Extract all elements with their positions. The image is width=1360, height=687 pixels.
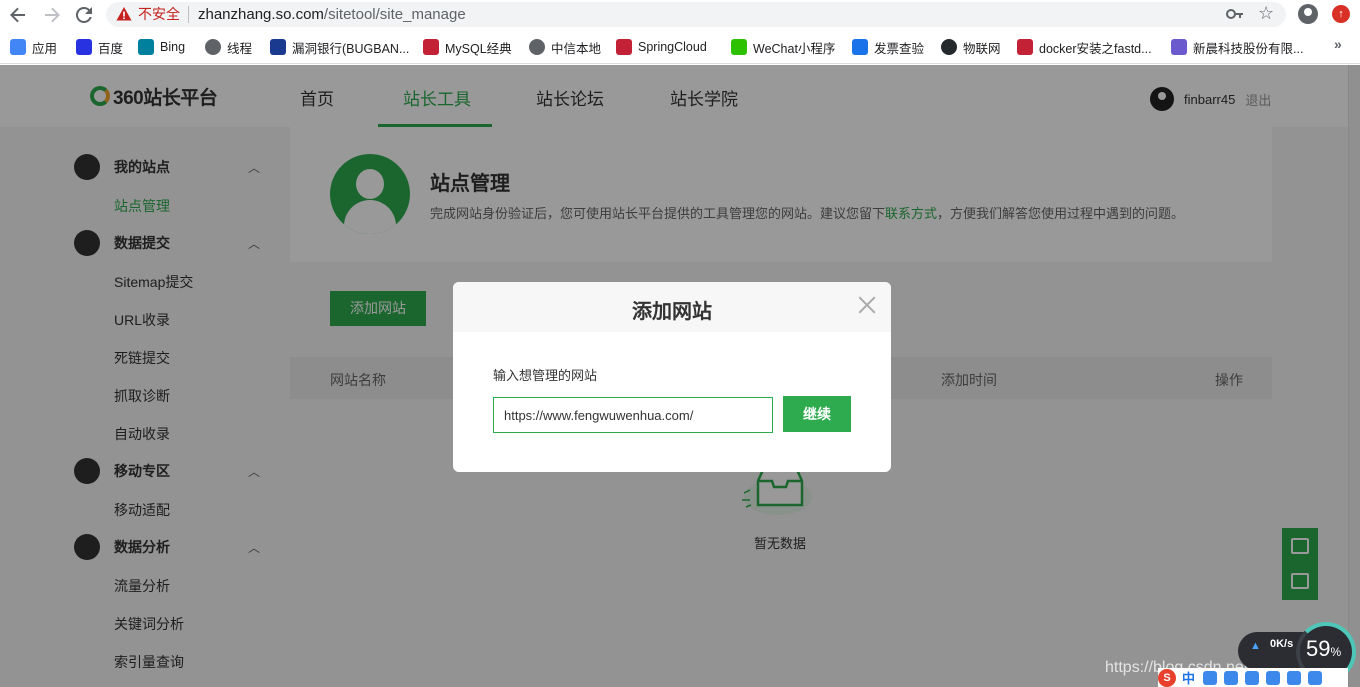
update-icon[interactable]: ↑ (1332, 5, 1350, 23)
gauge-value: 59% (1306, 636, 1341, 662)
continue-button[interactable]: 继续 (783, 396, 851, 432)
bookmark-item[interactable]: SpringCloud (616, 38, 707, 56)
sogou-ime-icon[interactable]: S (1158, 668, 1176, 687)
bookmark-item[interactable]: Bing (138, 38, 185, 56)
bookmark-label: 中信本地 (551, 41, 602, 56)
bookmark-star-icon[interactable]: ☆ (1258, 3, 1274, 24)
browser-toolbar: 不安全 zhanzhang.so.com/sitetool/site_manag… (0, 0, 1360, 30)
site-url-input[interactable] (493, 397, 773, 433)
wechat-icon (731, 39, 747, 55)
url-path: /sitetool/site_manage (323, 6, 466, 23)
page: 360站长平台 首页 站长工具 站长论坛 站长学院 finbarr45 退出 我… (0, 65, 1360, 687)
close-icon[interactable] (855, 293, 879, 317)
bookmark-item[interactable]: 发票查验 (852, 38, 924, 56)
csdn-icon (423, 39, 439, 55)
apps-icon (10, 39, 26, 55)
bookmark-item[interactable]: 线程 (205, 38, 252, 56)
ime-language-toggle[interactable]: 中 (1182, 668, 1195, 687)
gauge-percent: 59 (1306, 636, 1331, 661)
address-bar[interactable]: 不安全 zhanzhang.so.com/sitetool/site_manag… (106, 2, 1286, 27)
forward-icon[interactable] (40, 3, 64, 27)
gauge-unit: % (1330, 645, 1342, 659)
bookmark-label: 线程 (227, 41, 253, 56)
omnibox-divider (188, 6, 189, 23)
bing-icon (138, 39, 154, 55)
bookmark-label: SpringCloud (638, 40, 707, 54)
bookmark-item[interactable]: 中信本地 (529, 38, 601, 56)
keyboard-icon[interactable] (1266, 670, 1281, 685)
key-icon[interactable] (1226, 6, 1244, 22)
bookmark-item[interactable]: MySQL经典 (423, 38, 512, 56)
github-icon (941, 39, 957, 55)
profile-icon[interactable] (1298, 4, 1318, 24)
bookmark-label: 漏洞银行(BUGBAN... (292, 41, 410, 56)
csdn-icon (616, 39, 632, 55)
toolbox-icon[interactable] (1308, 670, 1323, 685)
emoji-icon[interactable] (1224, 670, 1239, 685)
bookmark-label: 发票查验 (874, 41, 925, 56)
punctuation-icon[interactable] (1203, 670, 1218, 685)
bookmark-label: docker安装之fastd... (1039, 41, 1152, 56)
bookmarks-bar: » 应用 百度 Bing 线程 漏洞银行(BUGBAN... MySQL经典 中信本地 Spr… (0, 30, 1360, 64)
globe-icon (205, 39, 221, 55)
bookmarks-more-icon[interactable]: » (1334, 36, 1342, 52)
bookmark-label: WeChat小程序 (753, 41, 836, 56)
bookmark-label: 物联网 (963, 41, 1001, 56)
company-icon (1171, 39, 1187, 55)
baidu-icon (76, 39, 92, 55)
search-icon (852, 39, 868, 55)
dialog-title: 添加网站 (632, 301, 712, 323)
url-host: zhanzhang.so.com (198, 6, 324, 23)
bookmark-item[interactable]: 物联网 (941, 38, 1001, 56)
bookmark-item[interactable]: 漏洞银行(BUGBAN... (270, 38, 409, 56)
bookmark-item[interactable]: 应用 (10, 38, 57, 56)
bookmark-label: 新晨科技股份有限... (1193, 41, 1304, 56)
bugbank-icon (270, 39, 286, 55)
back-icon[interactable] (6, 3, 30, 27)
skin-icon[interactable] (1287, 670, 1302, 685)
ime-toolbar: S 中 (1158, 668, 1348, 687)
bookmark-item[interactable]: WeChat小程序 (731, 38, 835, 56)
bookmark-label: MySQL经典 (445, 41, 512, 56)
csdn-icon (1017, 39, 1033, 55)
add-site-dialog: 添加网站 输入想管理的网站 继续 (453, 282, 891, 472)
bookmark-item[interactable]: 新晨科技股份有限... (1171, 38, 1303, 56)
url-text[interactable]: zhanzhang.so.com/sitetool/site_manage (198, 5, 466, 24)
upload-arrow-icon: ▲ (1250, 640, 1261, 652)
globe-icon (529, 39, 545, 55)
insecure-label[interactable]: 不安全 (138, 6, 180, 23)
dialog-header: 添加网站 (453, 282, 891, 332)
microphone-icon[interactable] (1245, 670, 1260, 685)
warning-icon (116, 6, 132, 22)
reload-icon[interactable] (72, 3, 96, 27)
bookmark-item[interactable]: 百度 (76, 38, 123, 56)
bookmark-label: 应用 (32, 41, 58, 56)
bookmark-label: 百度 (98, 41, 124, 56)
network-speed: 0K/s (1270, 638, 1294, 650)
site-url-label: 输入想管理的网站 (493, 368, 598, 383)
bookmark-item[interactable]: docker安装之fastd... (1017, 38, 1152, 56)
bookmark-label: Bing (160, 40, 186, 54)
